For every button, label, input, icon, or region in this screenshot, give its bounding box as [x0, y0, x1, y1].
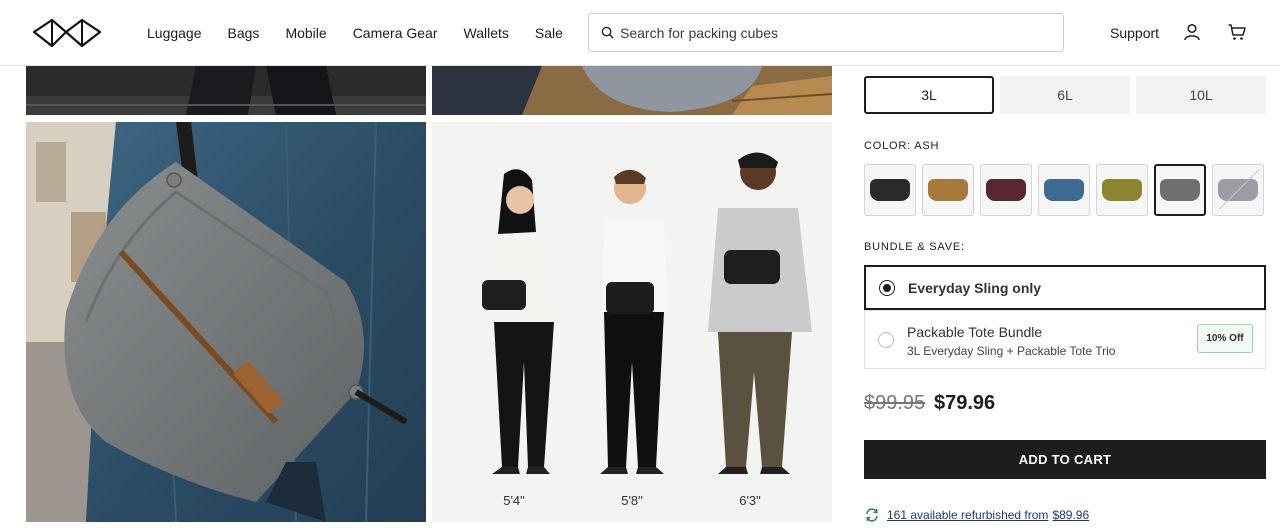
nav-wallets[interactable]: Wallets	[464, 25, 509, 41]
color-swatch-coyote[interactable]	[922, 164, 974, 216]
size-option-6l[interactable]: 6L	[1000, 76, 1130, 114]
color-swatch-black[interactable]	[864, 164, 916, 216]
bundle-option-tote-bundle[interactable]: Packable Tote Bundle 3L Everyday Sling +…	[864, 310, 1266, 369]
site-header: Luggage Bags Mobile Camera Gear Wallets …	[0, 0, 1280, 66]
swatch-bag-image	[986, 179, 1026, 201]
color-swatch-eclipse[interactable]	[980, 164, 1032, 216]
color-swatch-olive[interactable]	[1096, 164, 1148, 216]
height-label-2: 5'8"	[621, 493, 643, 508]
swatch-bag-image	[928, 179, 968, 201]
bundle-title: Everyday Sling only	[908, 280, 1042, 296]
bundle-title: Packable Tote Bundle	[907, 324, 1043, 340]
search-icon	[601, 26, 614, 39]
nav-mobile[interactable]: Mobile	[285, 25, 326, 41]
refurbished-link[interactable]: 161 available refurbished from	[887, 508, 1048, 522]
swatch-bag-image	[1218, 179, 1258, 201]
radio-selected[interactable]	[879, 280, 895, 296]
size-option-3l[interactable]: 3L	[864, 76, 994, 114]
cart-icon[interactable]	[1227, 22, 1247, 42]
product-options-panel: 3L 6L 10L COLOR: ASH BUNDLE & SAVE: Ever…	[864, 66, 1280, 530]
size-option-10l[interactable]: 10L	[1136, 76, 1266, 114]
support-link[interactable]: Support	[1110, 25, 1159, 41]
swatch-bag-image	[1160, 179, 1200, 201]
refurbished-notice: 161 available refurbished from $89.96	[864, 507, 1089, 523]
bundle-subtitle: 3L Everyday Sling + Packable Tote Trio	[907, 344, 1116, 358]
original-price: $99.95	[864, 392, 926, 414]
color-swatch-sage-sold-out[interactable]	[1212, 164, 1264, 216]
nav-camera-gear[interactable]: Camera Gear	[353, 25, 438, 41]
search-input[interactable]	[620, 24, 1040, 41]
swatch-bag-image	[870, 179, 910, 201]
bundle-option-sling-only[interactable]: Everyday Sling only	[864, 265, 1266, 310]
size-label: 10L	[1189, 87, 1213, 103]
size-label: 3L	[921, 87, 937, 103]
sale-price: $79.96	[934, 392, 996, 414]
gallery-image-street[interactable]	[26, 66, 426, 115]
swatch-bag-image	[1102, 179, 1142, 201]
color-swatch-ash[interactable]	[1154, 164, 1206, 216]
height-label-3: 6'3"	[739, 493, 761, 508]
refurbished-price-link[interactable]: $89.96	[1052, 508, 1089, 522]
add-to-cart-button[interactable]: ADD TO CART	[864, 440, 1266, 479]
refresh-icon	[866, 508, 878, 522]
account-icon[interactable]	[1182, 22, 1202, 42]
color-swatches	[864, 164, 1270, 216]
bundle-label: BUNDLE & SAVE:	[864, 241, 965, 253]
size-selector: 3L 6L 10L	[864, 76, 1272, 114]
height-label-1: 5'4"	[503, 493, 525, 508]
nav-luggage[interactable]: Luggage	[147, 25, 202, 41]
gallery-image-size-comparison[interactable]: 5'4" 5'8" 6'3"	[432, 122, 832, 522]
nav-sale[interactable]: Sale	[535, 25, 563, 41]
gallery-image-bench[interactable]	[432, 66, 832, 115]
main-nav: Luggage Bags Mobile Camera Gear Wallets …	[147, 0, 589, 66]
size-label: 6L	[1057, 87, 1073, 103]
nav-bags[interactable]: Bags	[228, 25, 260, 41]
color-swatch-midnight[interactable]	[1038, 164, 1090, 216]
search-bar[interactable]	[588, 13, 1064, 52]
color-label: COLOR: ASH	[864, 140, 940, 152]
swatch-bag-image	[1044, 179, 1084, 201]
brand-logo[interactable]	[32, 18, 102, 48]
radio-unselected[interactable]	[878, 332, 894, 348]
gallery-image-sling-on-shoulder[interactable]	[26, 122, 426, 522]
product-gallery: 5'4" 5'8" 6'3"	[0, 66, 850, 530]
discount-badge: 10% Off	[1197, 324, 1253, 353]
